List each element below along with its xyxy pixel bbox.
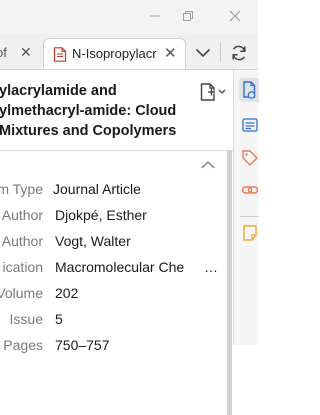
field-row-volume[interactable]: Volume 202 [0, 282, 233, 308]
scrollbar[interactable] [227, 150, 232, 415]
restore-icon[interactable] [176, 4, 200, 28]
window-titlebar [0, 0, 258, 34]
field-label: Author [1, 233, 43, 249]
divider [0, 150, 233, 151]
minimize-icon[interactable] [143, 4, 167, 28]
field-value[interactable]: 750–757 [55, 337, 110, 353]
field-row-author[interactable]: Author Vogt, Walter [0, 230, 233, 256]
tab-close-icon[interactable]: ✕ [164, 44, 177, 62]
field-value-ellipsis: … [204, 259, 218, 275]
tab-previous[interactable]: of ✕ [0, 38, 40, 67]
field-row-publication[interactable]: ication Macromolecular Che … [0, 256, 233, 282]
sidenav-notes-button[interactable] [241, 224, 259, 242]
tab-bar: of ✕ N-Isopropylacr ✕ [0, 34, 258, 70]
chevron-down-icon [195, 48, 211, 58]
tab-close-icon[interactable]: ✕ [20, 38, 32, 67]
field-label: Author [1, 207, 43, 223]
attachment-icon [200, 83, 226, 101]
abstract-icon [242, 118, 258, 132]
link-icon [241, 186, 259, 194]
field-label: Pages [3, 337, 43, 353]
tabs-menu-button[interactable] [191, 42, 215, 64]
field-value[interactable]: Macromolecular Che [55, 259, 195, 275]
sidenav-info-button[interactable] [239, 78, 259, 102]
field-label: m Type [0, 181, 43, 197]
tag-icon [242, 150, 258, 166]
field-row-pages[interactable]: Pages 750–757 [0, 334, 233, 360]
document-icon [53, 47, 67, 62]
divider [240, 216, 259, 217]
field-row-item-type[interactable]: m Type Journal Article [0, 178, 233, 204]
close-icon[interactable] [223, 4, 247, 28]
field-label: Volume [0, 285, 43, 301]
tab-active[interactable]: N-Isopropylacr ✕ [43, 38, 186, 69]
item-pane-sidenav [233, 70, 259, 345]
field-value[interactable]: 5 [55, 311, 63, 327]
field-row-issue[interactable]: Issue 5 [0, 308, 233, 334]
sidenav-tags-button[interactable] [241, 149, 259, 167]
info-icon [243, 81, 256, 99]
field-label: ication [2, 259, 43, 275]
field-value[interactable]: Djokpé, Esther [55, 207, 147, 223]
item-title-line: ylmethacryl-amide: Cloud [0, 103, 177, 119]
field-value[interactable]: 202 [55, 285, 78, 301]
divider [220, 42, 221, 62]
field-row-author[interactable]: Author Djokpé, Esther [0, 204, 233, 230]
item-title-line: ylacrylamide and [0, 83, 117, 99]
chevron-up-icon [201, 161, 215, 169]
item-pane: ylacrylamide and ylmethacryl-amide: Clou… [0, 70, 233, 415]
item-title-line: Mixtures and Copolymers [0, 123, 177, 139]
field-label: Issue [9, 311, 43, 327]
field-value[interactable]: Vogt, Walter [55, 233, 131, 249]
field-value[interactable]: Journal Article [53, 181, 141, 197]
sidenav-related-button[interactable] [241, 181, 259, 199]
note-icon [243, 225, 257, 241]
collapse-section-button[interactable] [199, 158, 217, 170]
sync-icon [232, 45, 246, 61]
add-attachment-button[interactable] [196, 82, 228, 104]
item-title[interactable]: ylacrylamide and ylmethacryl-amide: Clou… [0, 81, 177, 141]
sidenav-abstract-button[interactable] [241, 116, 259, 134]
tab-label: of [0, 45, 7, 60]
sync-button[interactable] [228, 42, 250, 64]
